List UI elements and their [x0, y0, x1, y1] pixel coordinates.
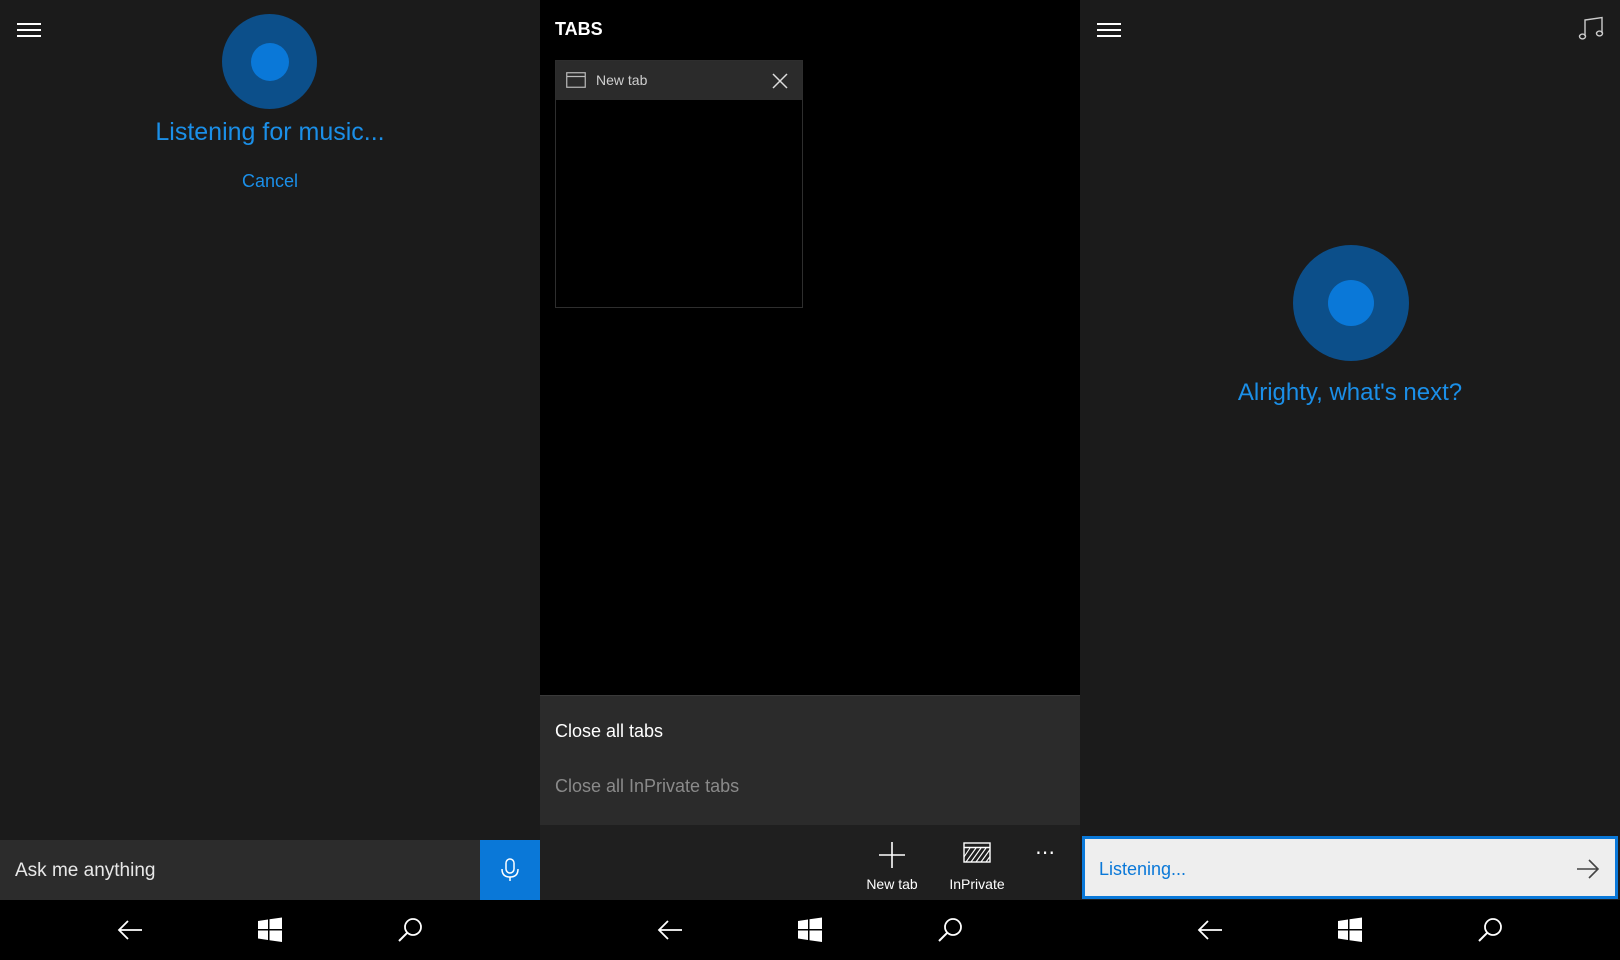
start-button[interactable] — [230, 900, 310, 960]
microphone-icon — [501, 858, 519, 881]
back-arrow-icon — [117, 920, 142, 940]
search-button[interactable] — [370, 900, 450, 960]
inprivate-icon — [963, 842, 991, 863]
tab-title: New tab — [596, 72, 648, 88]
tab-thumbnail[interactable]: New tab — [555, 60, 803, 308]
search-button[interactable] — [910, 900, 990, 960]
back-button[interactable] — [630, 900, 710, 960]
hamburger-icon[interactable] — [1096, 18, 1126, 44]
search-icon — [938, 918, 962, 942]
hamburger-icon[interactable] — [16, 18, 46, 44]
search-icon — [398, 918, 422, 942]
cortana-status: Alrighty, what's next? — [1237, 379, 1463, 406]
close-tab-button[interactable] — [770, 71, 790, 91]
system-nav-bar — [540, 900, 1080, 960]
system-nav-bar — [0, 900, 540, 960]
cortana-input-text: Listening... — [1099, 859, 1187, 879]
inprivate-button[interactable]: InPrivate — [937, 825, 1017, 900]
tab-header: New tab — [556, 61, 802, 100]
start-button[interactable] — [1310, 900, 1390, 960]
inprivate-label: InPrivate — [949, 876, 1005, 892]
tabs-title: TABS — [555, 19, 603, 39]
cortana-input[interactable]: Listening... — [1082, 836, 1618, 899]
tabs-app-bar: New tab InPrivate — [540, 825, 1080, 900]
arrow-right-icon — [1577, 859, 1600, 879]
cortana-ring-icon — [222, 14, 317, 109]
music-note-icon[interactable] — [1578, 16, 1608, 46]
system-nav-bar — [1080, 900, 1620, 960]
windows-logo-icon — [798, 917, 822, 942]
cortana-next-panel: Alrighty, what's next? Listening... — [1080, 0, 1620, 960]
tabs-flyout-menu: Close all tabs Close all InPrivate tabs — [540, 695, 1080, 825]
browser-tabs-panel: TABS New tab Close all tabs Close all In… — [540, 0, 1080, 960]
plus-icon — [879, 842, 905, 868]
microphone-button[interactable] — [480, 840, 540, 900]
close-icon — [772, 73, 788, 89]
back-button[interactable] — [1170, 900, 1250, 960]
new-tab-label: New tab — [866, 876, 918, 892]
start-button[interactable] — [770, 900, 850, 960]
back-button[interactable] — [90, 900, 170, 960]
back-arrow-icon — [657, 920, 682, 940]
close-all-tabs-button[interactable]: Close all tabs — [555, 721, 663, 742]
search-button[interactable] — [1450, 900, 1530, 960]
tab-window-icon — [566, 72, 586, 88]
cortana-ring-icon — [1293, 245, 1409, 361]
search-icon — [1478, 918, 1502, 942]
cancel-button[interactable]: Cancel — [0, 171, 540, 192]
more-icon[interactable]: ⋯ — [1035, 840, 1056, 864]
submit-button[interactable] — [1575, 856, 1601, 882]
windows-logo-icon — [258, 917, 282, 942]
listening-status: Listening for music... — [155, 118, 385, 146]
new-tab-button[interactable]: New tab — [852, 825, 932, 900]
ask-input[interactable]: Ask me anything — [0, 840, 480, 900]
close-all-inprivate-tabs-button[interactable]: Close all InPrivate tabs — [555, 776, 739, 797]
windows-logo-icon — [1338, 917, 1362, 942]
back-arrow-icon — [1197, 920, 1222, 940]
cortana-music-panel: Listening for music... Cancel Ask me any… — [0, 0, 540, 960]
